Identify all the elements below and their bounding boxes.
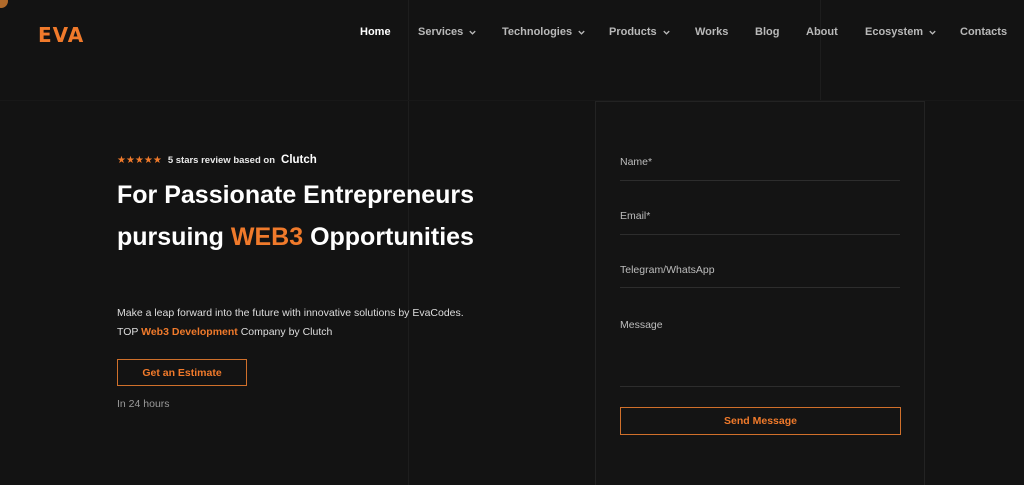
rating-row: ★★★★★ 5 stars review based on Clutch [117, 154, 317, 166]
description-line2-post: Company by Clutch [237, 326, 333, 338]
grid-line [820, 0, 821, 100]
telegram-field[interactable]: Telegram/WhatsApp [620, 264, 900, 288]
nav-works[interactable]: Works [695, 26, 728, 38]
description-line1: Make a leap forward into the future with… [117, 307, 464, 319]
nav-home-label: Home [360, 26, 391, 38]
chevron-down-icon [468, 28, 477, 37]
get-estimate-button[interactable]: Get an Estimate [117, 359, 247, 386]
nav-products[interactable]: Products [609, 26, 671, 38]
rating-text: 5 stars review based on [167, 154, 276, 166]
nav-ecosystem[interactable]: Ecosystem [865, 26, 937, 38]
message-field[interactable]: Message [620, 319, 900, 387]
headline-line2-pre: pursuing [117, 223, 231, 251]
nav-home[interactable]: Home [360, 26, 391, 38]
nav-services-label: Services [418, 26, 464, 38]
nav-services[interactable]: Services [418, 26, 477, 38]
name-field[interactable]: Name* [620, 156, 900, 181]
message-field-label: Message [620, 319, 663, 331]
nav-works-label: Works [695, 26, 729, 38]
send-message-button[interactable]: Send Message [620, 407, 901, 435]
nav-blog-label: Blog [755, 26, 780, 38]
nav-technologies-label: Technologies [502, 26, 573, 38]
estimate-note: In 24 hours [117, 398, 170, 410]
nav-blog[interactable]: Blog [755, 26, 779, 38]
headline-line1: For Passionate Entrepreneurs [117, 181, 475, 209]
hero-headline: For Passionate Entrepreneurs pursuing WE… [117, 174, 557, 258]
nav-contacts[interactable]: Contacts [960, 26, 1007, 38]
nav-ecosystem-label: Ecosystem [865, 26, 924, 38]
nav-contacts-label: Contacts [960, 26, 1008, 38]
description-line2-pre: TOP [117, 326, 142, 338]
email-field[interactable]: Email* [620, 210, 900, 235]
name-field-label: Name* [620, 156, 653, 168]
email-field-label: Email* [620, 210, 651, 222]
hero-description: Make a leap forward into the future with… [117, 304, 537, 342]
headline-line2-post: Opportunities [303, 223, 474, 251]
nav-technologies[interactable]: Technologies [502, 26, 586, 38]
stars-icon: ★★★★★ [117, 154, 162, 166]
telegram-field-label: Telegram/WhatsApp [620, 264, 715, 276]
corner-dot-icon [0, 0, 8, 8]
clutch-logo[interactable]: Clutch [281, 154, 317, 166]
chevron-down-icon [928, 28, 937, 37]
nav-products-label: Products [609, 26, 657, 38]
contact-form: Name* Email* Telegram/WhatsApp Message S… [595, 101, 925, 485]
web3-development-link[interactable]: Web3 Development [141, 326, 238, 338]
headline-accent: WEB3 [230, 223, 304, 251]
nav-about-label: About [806, 26, 838, 38]
nav-about[interactable]: About [806, 26, 838, 38]
main-nav: Home Services Technologies Products Work… [0, 26, 1024, 44]
chevron-down-icon [577, 28, 586, 37]
chevron-down-icon [662, 28, 671, 37]
